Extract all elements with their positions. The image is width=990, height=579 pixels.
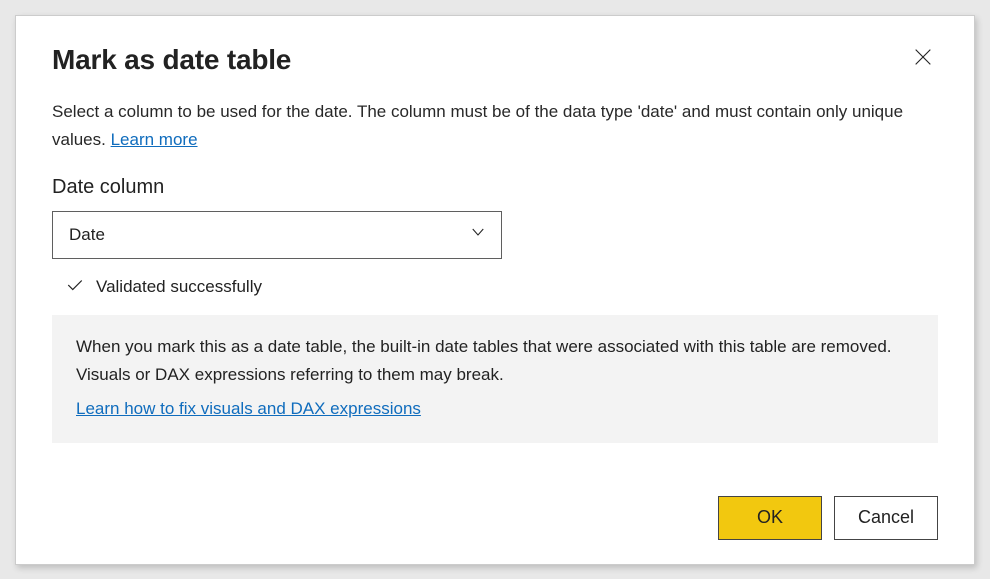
info-box: When you mark this as a date table, the …	[52, 315, 938, 443]
info-text: When you mark this as a date table, the …	[76, 333, 914, 389]
checkmark-icon	[66, 277, 84, 297]
mark-as-date-table-dialog: Mark as date table Select a column to be…	[15, 15, 975, 565]
cancel-button[interactable]: Cancel	[834, 496, 938, 540]
dialog-footer: OK Cancel	[52, 476, 938, 540]
validation-status: Validated successfully	[52, 277, 938, 297]
close-icon	[912, 56, 934, 71]
chevron-down-icon	[469, 223, 487, 246]
ok-button[interactable]: OK	[718, 496, 822, 540]
close-button[interactable]	[908, 42, 938, 75]
date-column-label: Date column	[52, 176, 938, 199]
dialog-description: Select a column to be used for the date.…	[52, 98, 938, 154]
fix-visuals-link[interactable]: Learn how to fix visuals and DAX express…	[76, 395, 421, 423]
date-column-dropdown[interactable]: Date	[52, 211, 502, 259]
validation-message: Validated successfully	[96, 277, 262, 297]
dialog-header: Mark as date table	[52, 44, 938, 76]
dialog-title: Mark as date table	[52, 44, 291, 76]
dropdown-selected-value: Date	[69, 225, 105, 245]
learn-more-link[interactable]: Learn more	[111, 130, 198, 149]
